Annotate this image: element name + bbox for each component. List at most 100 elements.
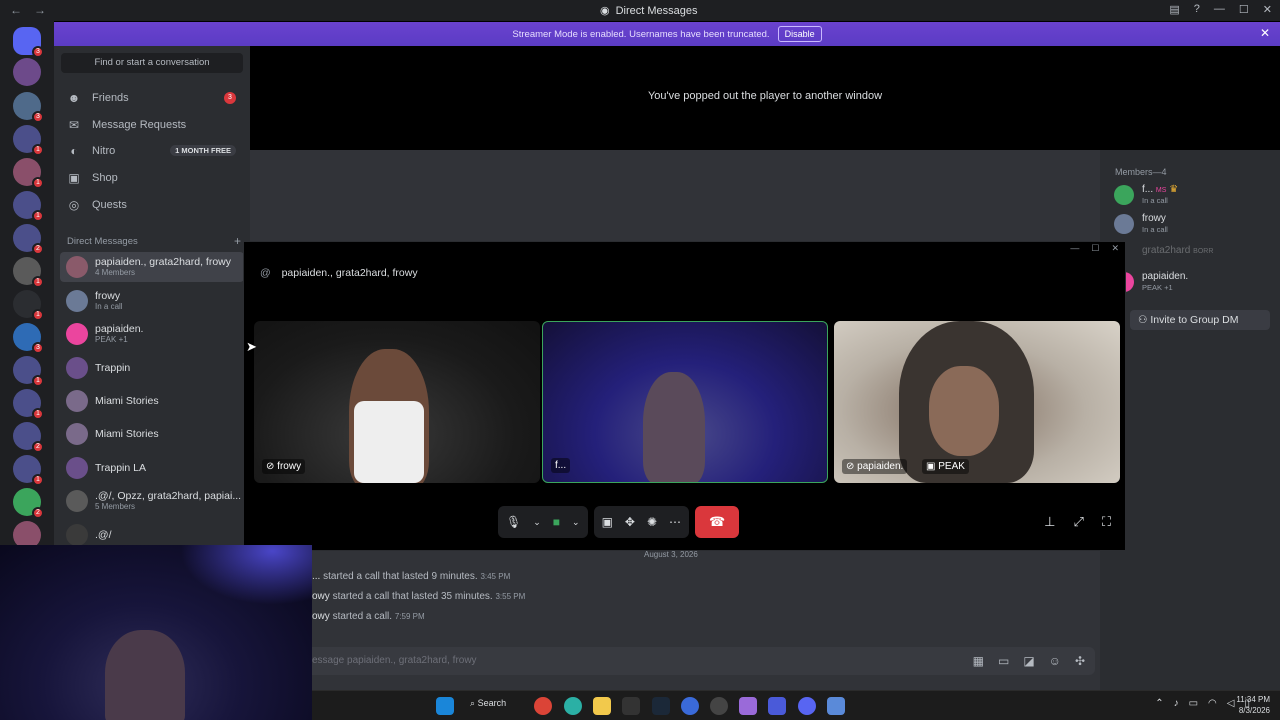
app-icon[interactable] <box>681 697 699 715</box>
member-item[interactable]: frowy In a call <box>1114 211 1274 237</box>
dm-item[interactable]: .@/, Opzz, grata2hard, papiai... 5 Membe… <box>60 486 244 516</box>
file-explorer-icon[interactable] <box>593 697 611 715</box>
monitor-icon[interactable]: ▭ <box>1189 698 1198 709</box>
server-icon[interactable]: 1 <box>13 389 44 420</box>
activity-label: ▣ PEAK <box>922 459 969 474</box>
screen-share-icon[interactable]: ▣ <box>602 515 613 529</box>
taskbar: ⌕ Search ⌃ ♪ ▭ ◠ ◁ ▯ 11:34 PM 8/3/2026 <box>312 690 1280 720</box>
obs-icon[interactable] <box>710 697 728 715</box>
gif-icon[interactable]: ▭ <box>998 647 1009 675</box>
avatar <box>66 357 88 379</box>
server-icon[interactable]: 1 <box>13 125 44 156</box>
dm-name: .@/, Opzz, grata2hard, papiai... <box>95 490 242 502</box>
volume-icon[interactable]: ◁ <box>1227 698 1235 709</box>
nav-friends[interactable]: ☻ Friends 3 <box>62 86 242 110</box>
dm-item[interactable]: frowy In a call <box>60 286 244 316</box>
minimize-icon[interactable]: — <box>1214 3 1225 16</box>
steam-icon[interactable] <box>652 697 670 715</box>
call-title: @ papiaiden., grata2hard, frowy <box>260 267 418 279</box>
nav-message-requests[interactable]: ✉ Message Requests <box>62 113 242 137</box>
dm-item[interactable]: papiaiden. PEAK +1 <box>60 319 244 349</box>
chrome-icon[interactable] <box>534 697 552 715</box>
chevron-up-icon[interactable]: ⌃ <box>1155 698 1163 709</box>
dm-item[interactable]: papiaiden., grata2hard, frowy 4 Members <box>60 252 244 282</box>
activities-icon[interactable]: ✥ <box>625 515 635 529</box>
dm-item[interactable]: Miami Stories <box>60 419 244 449</box>
server-icon[interactable] <box>13 58 41 86</box>
pin-icon[interactable]: ⊥ <box>1044 514 1055 530</box>
chevron-down-icon[interactable]: ⌄ <box>533 517 541 528</box>
help-icon[interactable]: ? <box>1194 3 1200 16</box>
server-icon[interactable]: 1 <box>13 356 44 387</box>
microphone-icon[interactable]: 🎙 <box>506 515 521 529</box>
dm-item[interactable]: Miami Stories <box>60 386 244 416</box>
taskbar-search[interactable]: ⌕ Search <box>470 698 506 709</box>
member-status: PEAK +1 <box>1142 283 1173 292</box>
video-tile[interactable]: f... <box>542 321 828 483</box>
popin-icon[interactable]: ⤢ <box>1073 514 1083 530</box>
chevron-down-icon[interactable]: ⌄ <box>572 517 580 528</box>
dm-name: .@/ <box>95 529 112 541</box>
message-author: ... <box>312 571 321 582</box>
nav-shop[interactable]: ▣ Shop <box>62 166 242 190</box>
invite-button[interactable]: ⚇ Invite to Group DM <box>1130 310 1270 330</box>
inbox-icon[interactable]: ▤ <box>1169 3 1179 16</box>
server-icon[interactable]: 1 <box>13 158 44 189</box>
member-item[interactable]: papiaiden. PEAK +1 <box>1114 269 1274 295</box>
video-tile[interactable]: ⊘ papiaiden. ▣ PEAK <box>834 321 1120 483</box>
epic-games-icon[interactable] <box>622 697 640 715</box>
server-icon[interactable]: 3 <box>13 92 44 123</box>
app-icon[interactable] <box>739 697 757 715</box>
server-icon[interactable]: 2 <box>13 488 44 519</box>
emoji-icon[interactable]: ☺ <box>1049 647 1061 675</box>
game-icon: ▣ <box>926 461 936 472</box>
video-tile[interactable]: ⊘ frowy <box>254 321 540 483</box>
server-icon[interactable]: 1 <box>13 257 44 288</box>
message-placeholder: essage papiaiden., grata2hard, frowy <box>312 655 477 666</box>
disable-button[interactable]: Disable <box>777 26 822 42</box>
fullscreen-icon[interactable]: ⛶ <box>1102 514 1111 530</box>
windows-start-icon[interactable] <box>436 697 454 715</box>
minimize-icon[interactable]: — <box>1070 243 1079 254</box>
server-icon[interactable]: 3 <box>13 323 44 354</box>
apps-icon[interactable]: ✣ <box>1075 647 1085 675</box>
dm-item[interactable]: Trappin <box>60 353 244 383</box>
server-icon[interactable]: 1 <box>13 191 44 222</box>
nav-quests[interactable]: ◎ Quests <box>62 193 242 217</box>
back-arrow-icon[interactable]: ← <box>10 3 22 17</box>
message-text: started a call. <box>332 611 393 622</box>
more-icon[interactable]: ⋯ <box>669 515 681 529</box>
app-icon[interactable] <box>768 697 786 715</box>
add-dm-icon[interactable]: + <box>234 234 241 248</box>
close-window-icon[interactable]: ✕ <box>1263 3 1272 16</box>
home-button[interactable]: 3 <box>13 27 44 58</box>
nav-nitro[interactable]: ◐ Nitro 1 MONTH FREE <box>62 139 242 163</box>
forward-arrow-icon[interactable]: → <box>34 3 46 17</box>
search-input[interactable]: Find or start a conversation <box>61 53 243 73</box>
close-icon[interactable]: ✕ <box>1111 243 1119 254</box>
server-icon[interactable]: 1 <box>13 290 44 321</box>
maximize-icon[interactable]: ☐ <box>1091 243 1099 254</box>
edge-icon[interactable] <box>564 697 582 715</box>
dm-item[interactable]: Trappin LA <box>60 453 244 483</box>
maximize-icon[interactable]: ☐ <box>1239 3 1249 16</box>
discord-icon: ◉ <box>600 5 610 17</box>
gift-icon[interactable]: ▦ <box>973 647 984 675</box>
app-icon[interactable] <box>827 697 845 715</box>
wifi-icon[interactable]: ◠ <box>1208 698 1217 709</box>
mic-tray-icon[interactable]: ♪ <box>1174 698 1179 709</box>
server-icon[interactable]: 2 <box>13 422 44 453</box>
server-icon[interactable]: 2 <box>13 224 44 255</box>
disconnect-button[interactable]: ☎ <box>695 506 740 538</box>
discord-taskbar-icon[interactable] <box>798 697 816 715</box>
member-item[interactable]: grata2hard BORR <box>1114 243 1274 269</box>
message-input[interactable]: essage papiaiden., grata2hard, frowy ▦ ▭… <box>300 647 1095 675</box>
search-icon: ⌕ <box>470 698 476 708</box>
soundboard-icon[interactable]: ✺ <box>647 515 657 529</box>
server-icon[interactable]: 1 <box>13 455 44 486</box>
member-item[interactable]: f... MS ♛ In a call <box>1114 182 1274 208</box>
sticker-icon[interactable]: ◪ <box>1023 647 1034 675</box>
close-icon[interactable]: ✕ <box>1260 26 1270 40</box>
camera-icon[interactable]: ■ <box>553 515 560 529</box>
clock[interactable]: 11:34 PM 8/3/2026 <box>1236 694 1270 716</box>
